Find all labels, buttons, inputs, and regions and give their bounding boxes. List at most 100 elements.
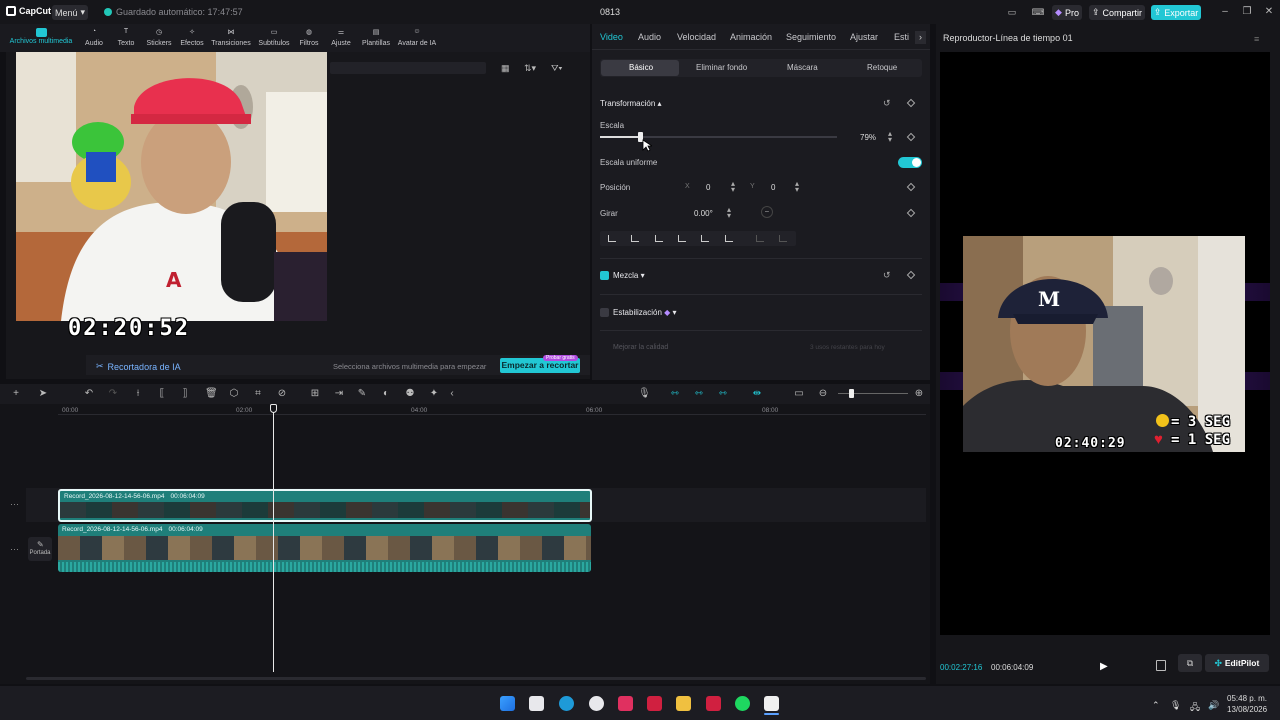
overlay-clip[interactable]: Record_2026-08-12-14-56-06.mp4 00:06:04:0… [58,489,592,522]
pos-x-stepper-icon[interactable]: ▴ ▾ [731,180,735,194]
pos-y-stepper-icon[interactable]: ▴ ▾ [795,180,799,194]
stabilize-checkbox[interactable] [600,308,609,317]
capcut-app-icon[interactable] [618,696,633,711]
snap-icon[interactable]: ⇿ [718,389,728,399]
preview-axis-icon[interactable]: ⇹ [752,389,762,399]
tool-text[interactable]: T Texto [114,28,138,47]
stepper-icon[interactable]: ▴ ▾ [888,130,892,144]
media-search-bar[interactable] [330,62,486,74]
split-icon[interactable]: ⟊ [133,389,143,399]
subtab-mask[interactable]: Máscara [787,63,818,72]
filter-funnel-icon[interactable]: ⛛▾ [551,63,562,74]
shortcuts-icon[interactable]: ⌨ [1031,5,1045,20]
folder-icon[interactable] [676,696,691,711]
reset-icon[interactable]: ↺ [883,98,891,109]
speed-icon[interactable]: ⊘ [277,389,287,399]
uniform-scale-toggle[interactable] [898,157,922,168]
taskbar-clock[interactable]: 05:48 p. m. 13/08/2026 [1227,693,1267,715]
subtab-remove-bg[interactable]: Eliminar fondo [696,63,747,72]
main-clip[interactable]: Record_2026-08-12-14-56-06.mp4 00:06:04:0… [58,524,591,572]
tab-adjust[interactable]: Ajustar [850,32,878,42]
link-main-icon[interactable]: ⇿ [670,389,680,399]
mask-icon[interactable]: ◐ [381,389,391,399]
menu-button[interactable]: Menú ▾ [52,5,88,20]
windows-start-icon[interactable] [500,696,515,711]
cover-button[interactable]: ✎ Portada [28,537,52,561]
tool-transitions[interactable]: ⋈ Transiciones [210,28,252,47]
mic-tray-icon[interactable]: 🎙 [1170,700,1181,711]
pro-button[interactable]: ◆ Pro [1052,5,1082,20]
align-right-icon[interactable] [655,235,663,242]
marker-icon[interactable]: ⬡ [229,389,239,399]
webcam-overlay-video[interactable]: A [16,52,327,321]
select-tool-icon[interactable]: ➤ [38,389,48,399]
split-left-icon[interactable]: ⟦ [157,389,167,399]
transform-section-title[interactable]: Transformación ▴ [600,99,662,108]
track-more-icon[interactable]: ⋯ [10,544,19,555]
close-icon[interactable]: ✕ [1262,5,1276,19]
sort-icon[interactable]: ⇅▾ [524,63,536,74]
play-icon[interactable]: ▶ [1100,661,1108,672]
tab-animation[interactable]: Animación [730,32,772,42]
tool-media[interactable]: Archivos multimedia [8,28,74,45]
volume-icon[interactable]: 🔊 [1208,700,1219,711]
link-track-icon[interactable]: ⇿ [694,389,704,399]
align-bottom-icon[interactable] [725,235,733,242]
tab-style[interactable]: Esti [894,32,909,42]
pos-y-value[interactable]: 0 [771,183,775,192]
undo-icon[interactable]: ↶ [84,389,94,399]
tool-stickers[interactable]: ◷ Stickers [145,28,173,47]
share-button[interactable]: ⇪ Compartir [1089,5,1145,20]
zoom-slider-handle[interactable] [849,389,854,398]
tool-adjust[interactable]: ⚌ Ajuste [329,28,353,47]
subtab-retouch[interactable]: Retoque [867,63,897,72]
zoom-in-icon[interactable]: ⊕ [914,389,924,399]
person-icon[interactable]: ⚉ [405,389,415,399]
tool-effects[interactable]: ✧ Efectos [179,28,205,47]
align-top-icon[interactable] [678,235,686,242]
layout-icon[interactable]: ▭ [1005,5,1019,20]
store-icon[interactable] [529,696,544,711]
collapse-icon[interactable]: ‹ [447,389,457,399]
ratio-icon[interactable]: ⧉ [1178,654,1202,672]
tab-speed[interactable]: Velocidad [677,32,716,42]
caption-icon[interactable]: ▭ [794,389,804,399]
pen-icon[interactable]: ✎ [357,389,367,399]
app-icon[interactable] [706,696,721,711]
align-left-icon[interactable] [608,235,616,242]
editpilot-button[interactable]: ✣ EditPilot [1205,654,1269,672]
tab-audio[interactable]: Audio [638,32,661,42]
blend-checkbox[interactable] [600,271,609,280]
chevron-right-icon[interactable]: › [915,31,926,44]
align-center-h-icon[interactable] [631,235,639,242]
track-more-icon[interactable]: ⋯ [10,499,19,510]
freeze-icon[interactable]: ⊞ [310,389,320,399]
pos-x-value[interactable]: 0 [706,183,710,192]
tool-ai-avatar[interactable]: ☺ Avatar de IA [396,28,438,47]
add-track-icon[interactable]: + [11,389,21,399]
tool-subtitles[interactable]: ▭ Subtítulos [256,28,292,47]
crop-icon[interactable]: ⌗ [253,389,263,399]
grid-view-icon[interactable]: ▦ [501,63,510,74]
capcut-active-icon[interactable] [764,696,779,711]
minimize-icon[interactable]: – [1218,5,1232,19]
subtab-basic[interactable]: Básico [629,63,653,72]
hamburger-menu-icon[interactable]: ≡ [1254,34,1259,44]
align-center-v-icon[interactable] [701,235,709,242]
rotate-value[interactable]: 0.00° [694,209,713,218]
rotate-stepper-icon[interactable]: ▴ ▾ [727,206,731,220]
timeline-scrollbar[interactable] [26,677,926,680]
blend-section-title[interactable]: Mezcla ▾ [613,271,645,280]
network-icon[interactable]: 🖧 [1190,700,1200,716]
reverse-icon[interactable]: ⇥ [334,389,344,399]
export-button[interactable]: ⇪ Exportar [1151,5,1201,20]
xampp-icon[interactable] [647,696,662,711]
playhead-handle[interactable] [270,404,277,413]
split-right-icon[interactable]: ⟧ [180,389,190,399]
microphone-icon[interactable]: 🎙 [638,389,651,399]
delete-icon[interactable]: 🗑 [205,389,218,399]
zoom-out-icon[interactable]: ⊖ [818,389,828,399]
edge-icon[interactable] [559,696,574,711]
chrome-icon[interactable] [589,696,604,711]
fullscreen-icon[interactable] [1156,660,1166,671]
